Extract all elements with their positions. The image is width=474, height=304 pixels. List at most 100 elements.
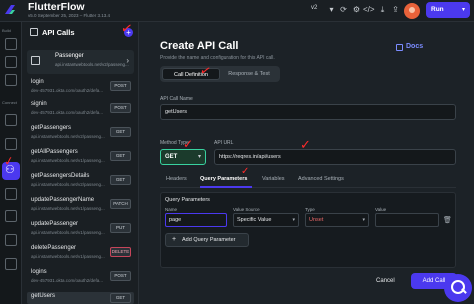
avatar[interactable] xyxy=(404,3,420,19)
sync-icon[interactable]: ⟳ xyxy=(338,4,349,15)
tab-query-parameters[interactable]: Query Parameters xyxy=(200,176,247,182)
api-name: getUsers xyxy=(31,293,56,299)
app-brand: FlutterFlow xyxy=(28,1,85,13)
query-parameters-title: Query Parameters xyxy=(165,197,210,203)
api-url: dev-457931.okta.com/oauth2/defa... xyxy=(31,88,104,93)
tab-call-definition[interactable]: Call Definition xyxy=(162,68,220,80)
list-item[interactable]: getAllPassengers api.instantwebtools.net… xyxy=(27,148,134,170)
run-label: Run xyxy=(431,6,444,13)
list-item[interactable]: getPassengersDetails api.instantwebtools… xyxy=(27,172,134,194)
settings-icon[interactable] xyxy=(5,258,17,270)
api-name: getPassengers xyxy=(31,125,72,131)
storyboard-icon[interactable] xyxy=(5,74,17,86)
api-url: api.instantwebtools.net/v1/passeng... xyxy=(31,158,105,163)
api-call-name-label: API Call Name xyxy=(160,96,193,102)
type-select[interactable]: Unset ▾ xyxy=(305,213,369,227)
api-name: login xyxy=(31,79,44,85)
api-url-input[interactable]: https://reqres.in/api/users xyxy=(214,149,456,165)
list-item[interactable]: getPassengers api.instantwebtools.net/v2… xyxy=(27,124,134,146)
list-item[interactable]: updatePassengerName api.instantwebtools.… xyxy=(27,196,134,218)
api-calls-icon[interactable] xyxy=(2,162,20,180)
custom-code-icon[interactable] xyxy=(5,234,17,246)
group-url: api.instantwebtools.net/v2/passeng... xyxy=(55,62,129,67)
chevron-down-icon: ▾ xyxy=(197,154,201,160)
chevron-right-icon: › xyxy=(126,56,129,65)
method-badge: GET xyxy=(110,127,131,137)
docs-icon[interactable] xyxy=(396,44,403,51)
api-name: signin xyxy=(31,101,47,107)
cancel-button[interactable]: Cancel xyxy=(376,278,395,284)
dialog-subtitle: Provide the name and configuration for t… xyxy=(160,55,275,61)
add-query-parameter-button[interactable]: Add Query Parameter xyxy=(165,233,249,247)
layers-icon[interactable] xyxy=(5,56,17,68)
group-name: Passenger xyxy=(55,53,84,59)
flutterflow-logo xyxy=(2,2,18,18)
method-badge: GET xyxy=(110,175,131,185)
col-value-source-label: Value Source xyxy=(233,207,260,212)
method-type-value: GET xyxy=(165,154,178,160)
delete-icon[interactable]: 🗑 xyxy=(443,216,452,224)
api-calls-panel: API Calls + Passenger api.instantwebtool… xyxy=(22,22,139,304)
navigation-rail: Build Connect xyxy=(0,22,22,304)
param-name-input[interactable]: page xyxy=(165,213,227,227)
app-version: v5.0 September 25, 2023 – Flutter 3.13.4 xyxy=(28,13,111,18)
api-icon xyxy=(30,28,38,36)
dialog-title: Create API Call xyxy=(160,40,239,52)
api-url: api.instantwebtools.net/v1/passeng... xyxy=(31,254,105,259)
api-call-name-input[interactable]: getUsers xyxy=(160,104,456,120)
theme-icon[interactable] xyxy=(5,210,17,222)
version-select[interactable]: v2 xyxy=(311,5,317,11)
add-api-call-button[interactable]: + xyxy=(124,28,133,37)
api-name: getAllPassengers xyxy=(31,149,78,155)
value-source-select[interactable]: Specific Value ▾ xyxy=(233,213,299,227)
value-source-value: Specific Value xyxy=(237,217,272,223)
col-name-label: Name xyxy=(165,207,178,212)
panel-title: API Calls xyxy=(42,28,75,37)
api-url: dev-457931.okta.com/oauth2/defa... xyxy=(31,110,104,115)
method-type-select[interactable]: GET ▾ xyxy=(160,149,206,165)
chevron-down-icon: ▾ xyxy=(292,217,295,223)
tab-headers[interactable]: Headers xyxy=(166,176,187,182)
method-badge: POST xyxy=(110,271,131,281)
list-item[interactable]: getUsers GET xyxy=(27,292,134,304)
tab-response-test[interactable]: Response & Test xyxy=(220,68,278,80)
api-group-passenger[interactable]: Passenger api.instantwebtools.net/v2/pas… xyxy=(27,50,134,74)
database-icon[interactable] xyxy=(5,114,17,126)
search-help-button[interactable] xyxy=(444,274,472,302)
definition-segmented-control: Call Definition Response & Test xyxy=(160,66,280,82)
download-icon[interactable]: ⤓ xyxy=(377,4,388,15)
chevron-down-icon[interactable]: ▾ xyxy=(326,4,337,15)
create-api-call-dialog: Create API Call Provide the name and con… xyxy=(156,34,457,304)
widget-tree-icon[interactable] xyxy=(5,38,17,50)
list-item[interactable]: login dev-457931.okta.com/oauth2/defa...… xyxy=(27,78,134,100)
folder-icon xyxy=(31,56,40,65)
method-badge: PUT xyxy=(110,223,131,233)
tab-advanced-settings[interactable]: Advanced Settings xyxy=(298,176,344,182)
method-badge: GET xyxy=(110,151,131,161)
media-icon[interactable] xyxy=(5,188,17,200)
run-button[interactable]: Run ▾ xyxy=(426,2,470,18)
list-item[interactable]: signin dev-457931.okta.com/oauth2/defa..… xyxy=(27,100,134,122)
list-item[interactable]: deletePassenger api.instantwebtools.net/… xyxy=(27,244,134,266)
api-url: api.instantwebtools.net/v2/passeng... xyxy=(31,182,105,187)
tab-variables[interactable]: Variables xyxy=(262,176,285,182)
api-url-label: API URL xyxy=(214,140,234,146)
api-url: api.instantwebtools.net/v2/passeng... xyxy=(31,134,105,139)
list-item[interactable]: logins dev-457931.okta.com/oauth2/defa..… xyxy=(27,268,134,290)
param-value-input[interactable] xyxy=(375,213,439,227)
api-name: logins xyxy=(31,269,47,275)
api-name: updatePassenger xyxy=(31,221,79,227)
method-badge: POST xyxy=(110,81,131,91)
api-url: api.instantwebtools.net/v1/passeng... xyxy=(31,230,105,235)
col-type-label: Type xyxy=(305,207,315,212)
list-item[interactable]: updatePassenger api.instantwebtools.net/… xyxy=(27,220,134,242)
code-icon[interactable]: </> xyxy=(363,4,375,15)
chevron-down-icon: ▾ xyxy=(362,217,365,223)
docs-link[interactable]: Docs xyxy=(406,43,423,50)
app-state-icon[interactable] xyxy=(5,138,17,150)
settings-icon[interactable]: ⚙ xyxy=(351,4,362,15)
method-type-label: Method Type xyxy=(160,140,189,146)
rail-label-connect: Connect xyxy=(2,100,17,105)
rail-label-build: Build xyxy=(2,28,11,33)
share-icon[interactable]: ⇪ xyxy=(390,4,401,15)
